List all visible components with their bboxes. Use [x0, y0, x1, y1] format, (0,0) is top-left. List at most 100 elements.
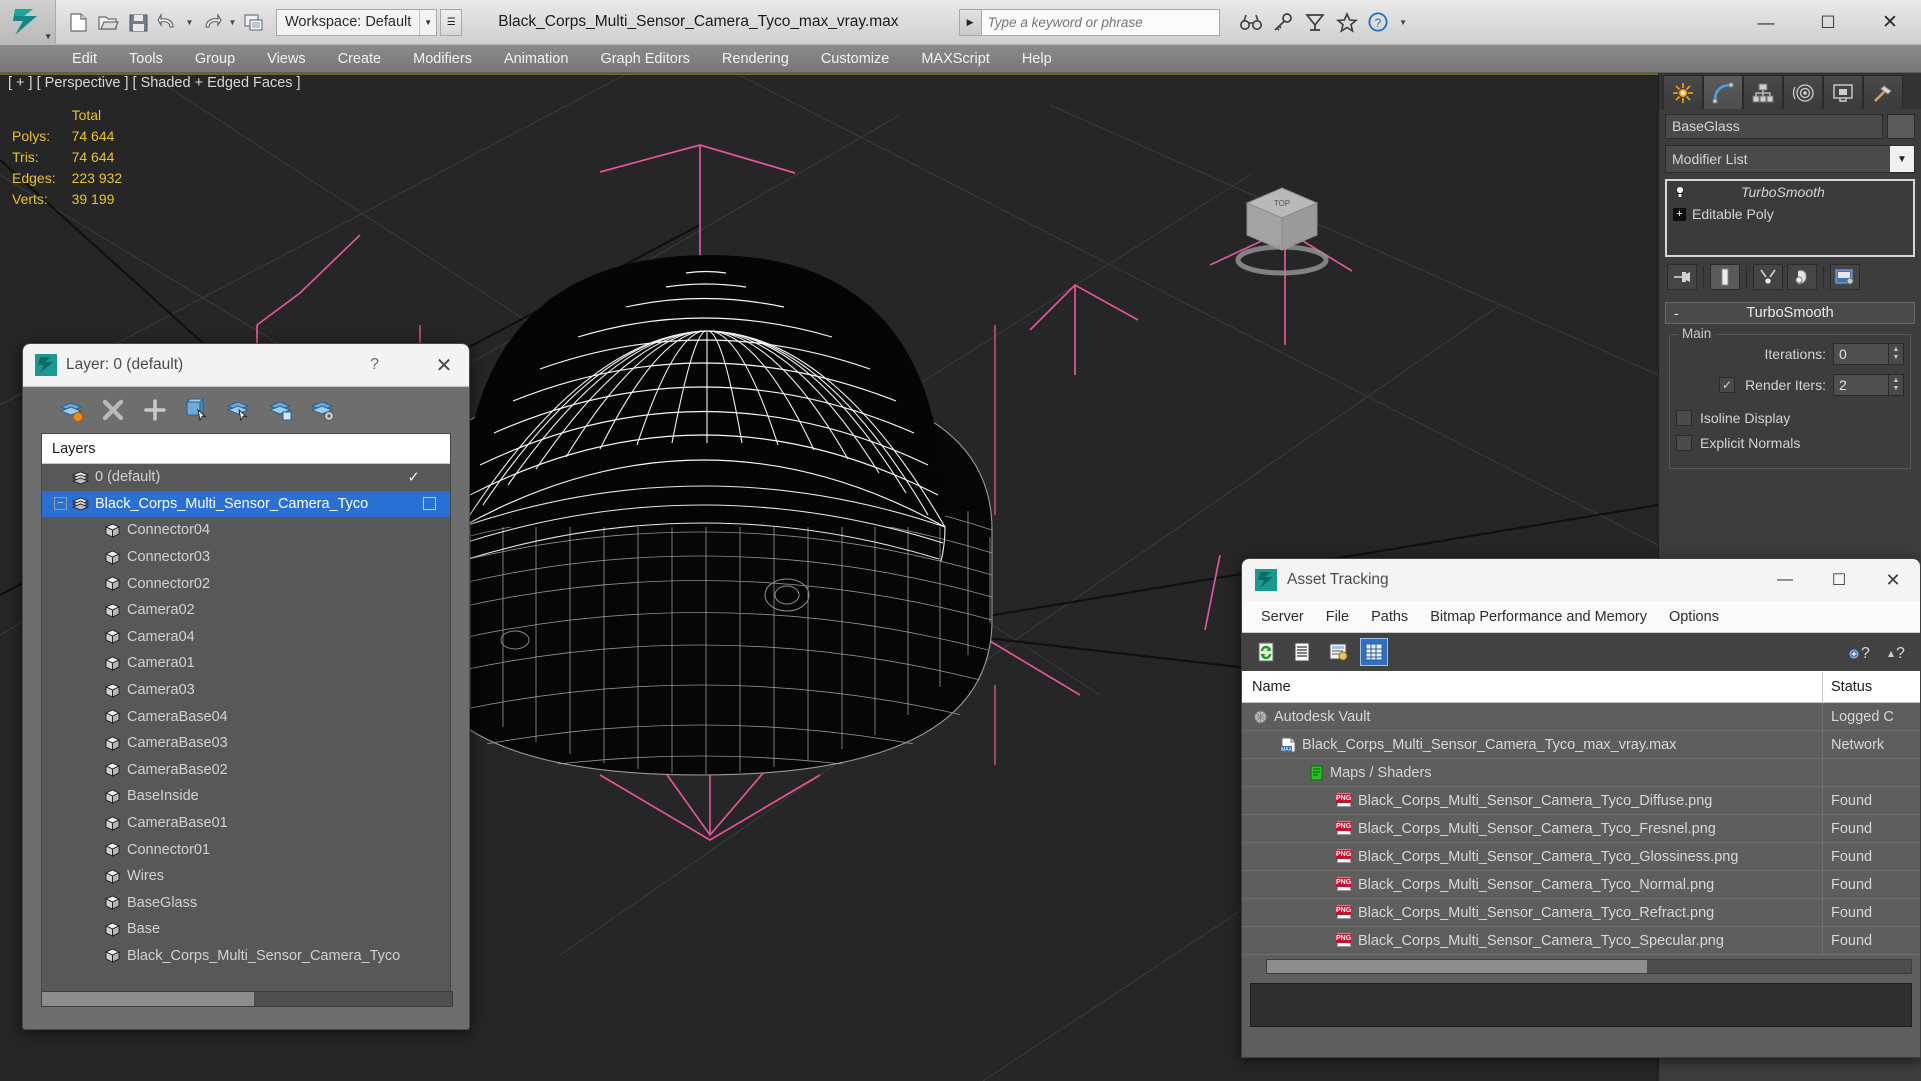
- current-layer-check-icon[interactable]: ✓: [407, 468, 420, 486]
- app-logo-icon[interactable]: ▼: [0, 0, 56, 45]
- new-layer-icon[interactable]: [57, 396, 85, 424]
- question-help-icon[interactable]: ?: [1366, 9, 1392, 35]
- redo-dropdown-icon[interactable]: ▼: [227, 18, 238, 27]
- make-unique-icon[interactable]: [1753, 264, 1783, 290]
- layer-row[interactable]: CameraBase03: [42, 730, 450, 757]
- help-question-icon[interactable]: ?: [1882, 638, 1910, 666]
- help-add-icon[interactable]: ?: [1846, 638, 1874, 666]
- layer-row[interactable]: Connector02: [42, 570, 450, 597]
- render-iters-field[interactable]: 2: [1833, 374, 1889, 396]
- hierarchy-tab[interactable]: [1743, 75, 1783, 109]
- close-button[interactable]: ✕: [1866, 559, 1920, 601]
- asset-menu-paths[interactable]: Paths: [1360, 602, 1419, 632]
- render-iters-spinner[interactable]: ▲ ▼: [1889, 374, 1904, 396]
- select-highlighted-layer-icon[interactable]: [225, 396, 253, 424]
- layer-hide-box[interactable]: [423, 497, 436, 511]
- add-layer-icon[interactable]: [141, 396, 169, 424]
- expand-plus-icon[interactable]: +: [1673, 207, 1686, 221]
- save-file-icon[interactable]: [124, 8, 152, 36]
- menu-item-views[interactable]: Views: [251, 45, 321, 73]
- asset-menu-file[interactable]: File: [1315, 602, 1360, 632]
- modifier-stack-item-editable-poly[interactable]: + Editable Poly: [1667, 203, 1913, 225]
- detail-view-icon[interactable]: [1324, 638, 1352, 666]
- maximize-button[interactable]: ☐: [1797, 0, 1859, 45]
- open-file-icon[interactable]: [94, 8, 122, 36]
- layer-dialog[interactable]: Layer: 0 (default) ? ✕ Layers 0 (default…: [22, 343, 470, 1030]
- search-expand-icon[interactable]: ▶: [958, 8, 981, 36]
- iterations-field[interactable]: 0: [1833, 343, 1889, 365]
- utilities-tab[interactable]: [1863, 75, 1903, 109]
- layer-list[interactable]: Layers 0 (default) ✓ − Black_Corps_Multi_Se…: [41, 433, 451, 998]
- satellite-dish-icon[interactable]: [1302, 9, 1328, 35]
- new-file-icon[interactable]: [64, 8, 92, 36]
- scrollbar-thumb[interactable]: [42, 992, 254, 1006]
- layer-row[interactable]: CameraBase04: [42, 703, 450, 730]
- menu-item-create[interactable]: Create: [322, 45, 398, 73]
- layer-horizontal-scrollbar[interactable]: [41, 991, 453, 1007]
- key-icon[interactable]: [1270, 9, 1296, 35]
- asset-table-row[interactable]: PNG Black_Corps_Multi_Sensor_Camera_Tyco_…: [1242, 898, 1920, 927]
- redo-icon[interactable]: [197, 8, 225, 36]
- menu-item-maxscript[interactable]: MAXScript: [905, 45, 1006, 73]
- asset-table-row[interactable]: MAX Black_Corps_Multi_Sensor_Camera_Tyco_…: [1242, 730, 1920, 759]
- workspace-selector[interactable]: Workspace: Default ▼: [276, 8, 438, 36]
- menu-item-tools[interactable]: Tools: [113, 45, 179, 73]
- menu-item-help[interactable]: Help: [1006, 45, 1068, 73]
- asset-table[interactable]: Name Status Autodesk Vault Logged C MAX Bla…: [1242, 671, 1920, 955]
- workspace-menu-button[interactable]: ☰: [440, 8, 463, 36]
- menu-item-animation[interactable]: Animation: [488, 45, 584, 73]
- modifier-stack-item-turbosmooth[interactable]: TurboSmooth: [1667, 181, 1913, 203]
- add-selection-to-layer-icon[interactable]: [267, 396, 295, 424]
- display-tab[interactable]: [1823, 75, 1863, 109]
- layer-row[interactable]: Camera04: [42, 624, 450, 651]
- layer-row[interactable]: 0 (default) ✓: [42, 464, 450, 491]
- modifier-stack[interactable]: TurboSmooth + Editable Poly: [1665, 179, 1915, 257]
- select-objects-in-layer-icon[interactable]: [183, 396, 211, 424]
- list-view-icon[interactable]: [1288, 638, 1316, 666]
- minimize-button[interactable]: —: [1735, 0, 1797, 45]
- binoculars-icon[interactable]: [1238, 9, 1264, 35]
- configure-modifier-sets-icon[interactable]: [1830, 264, 1860, 290]
- asset-menu-options[interactable]: Options: [1658, 602, 1730, 632]
- star-icon[interactable]: [1334, 9, 1360, 35]
- motion-tab[interactable]: [1783, 75, 1823, 109]
- menu-item-rendering[interactable]: Rendering: [706, 45, 805, 73]
- menu-item-edit[interactable]: Edit: [56, 45, 113, 73]
- search-input[interactable]: [980, 8, 1220, 36]
- grid-view-icon[interactable]: [1360, 638, 1388, 666]
- show-end-result-icon[interactable]: [1710, 264, 1740, 290]
- layer-row[interactable]: BaseInside: [42, 783, 450, 810]
- modifier-list-dropdown[interactable]: Modifier List ▼: [1665, 145, 1915, 173]
- explicit-normals-row[interactable]: Explicit Normals: [1676, 435, 1904, 451]
- remove-modifier-icon[interactable]: [1787, 264, 1817, 290]
- project-folder-icon[interactable]: [240, 8, 268, 36]
- layer-row[interactable]: Camera03: [42, 677, 450, 704]
- modify-tab[interactable]: [1703, 75, 1743, 109]
- maximize-button[interactable]: ☐: [1812, 559, 1866, 601]
- rollout-collapse-icon[interactable]: -: [1674, 305, 1679, 321]
- layer-row[interactable]: Camera02: [42, 597, 450, 624]
- menu-item-modifiers[interactable]: Modifiers: [397, 45, 488, 73]
- asset-table-row[interactable]: Autodesk Vault Logged C: [1242, 702, 1920, 731]
- pin-stack-icon[interactable]: [1667, 264, 1697, 290]
- menu-item-graph-editors[interactable]: Graph Editors: [584, 45, 705, 73]
- chevron-down-icon[interactable]: ▼: [419, 9, 436, 35]
- create-tab[interactable]: [1663, 75, 1703, 109]
- layer-row[interactable]: Connector01: [42, 836, 450, 863]
- object-color-swatch[interactable]: [1887, 114, 1915, 139]
- layer-row[interactable]: Connector04: [42, 517, 450, 544]
- refresh-icon[interactable]: [1252, 638, 1280, 666]
- menu-item-customize[interactable]: Customize: [805, 45, 906, 73]
- asset-column-status[interactable]: Status: [1823, 672, 1920, 702]
- asset-table-row[interactable]: PNG Black_Corps_Multi_Sensor_Camera_Tyco_…: [1242, 842, 1920, 871]
- asset-table-row[interactable]: PNG Black_Corps_Multi_Sensor_Camera_Tyco_…: [1242, 926, 1920, 955]
- asset-tracking-dialog[interactable]: Asset Tracking — ☐ ✕ Server File Paths B…: [1241, 558, 1921, 1058]
- scrollbar-thumb[interactable]: [1267, 960, 1647, 973]
- help-dropdown-icon[interactable]: ▼: [1398, 18, 1409, 27]
- undo-icon[interactable]: [154, 8, 182, 36]
- asset-menu-bitmap-performance[interactable]: Bitmap Performance and Memory: [1419, 602, 1658, 632]
- iterations-spinner[interactable]: ▲ ▼: [1889, 343, 1904, 365]
- asset-table-row[interactable]: PNG Black_Corps_Multi_Sensor_Camera_Tyco_…: [1242, 870, 1920, 899]
- layer-row[interactable]: − Black_Corps_Multi_Sensor_Camera_Tyco: [42, 490, 450, 518]
- isoline-display-row[interactable]: Isoline Display: [1676, 410, 1904, 426]
